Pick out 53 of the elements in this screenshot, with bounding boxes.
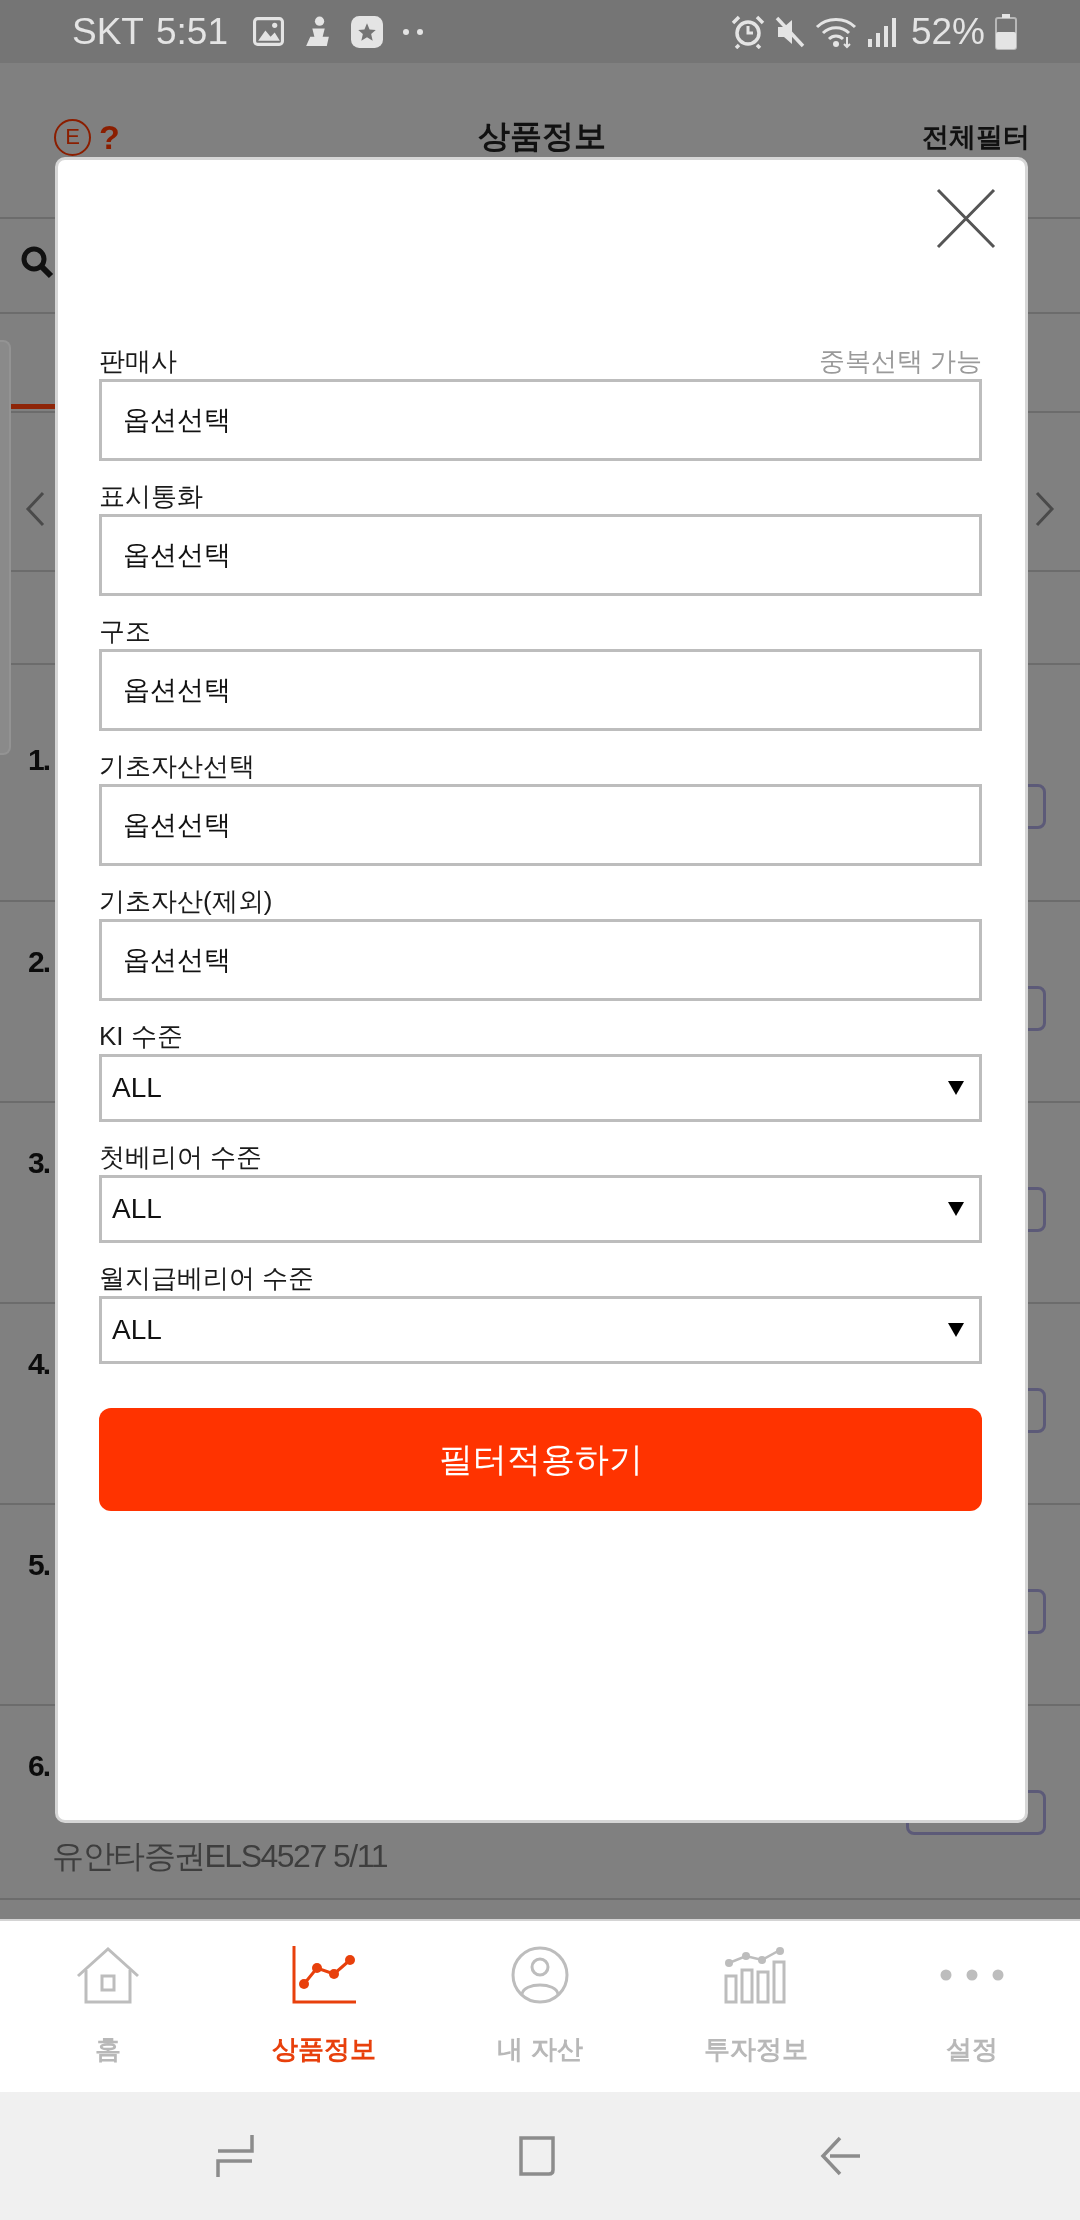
select-field[interactable]: 옵션선택 [99, 514, 982, 596]
carrier-name: SKT [72, 10, 144, 53]
select-field[interactable]: 옵션선택 [99, 649, 982, 731]
battery-icon [995, 13, 1017, 50]
nav-tab[interactable]: 상품정보 [216, 1921, 432, 2092]
row-number: 6. [28, 1748, 50, 1784]
apply-filter-button[interactable]: 필터적용하기 [99, 1408, 982, 1511]
clock-time: 5:51 [155, 10, 228, 53]
house-icon [76, 1946, 140, 2004]
row-number: 1. [28, 742, 50, 778]
back-icon[interactable] [820, 2134, 860, 2178]
alarm-icon [730, 14, 765, 49]
dots-icon [403, 28, 423, 35]
row-number: 2. [28, 944, 50, 980]
row-number: 3. [28, 1145, 50, 1181]
close-icon[interactable] [936, 188, 996, 249]
field-label: 기초자산(제외) [99, 884, 273, 918]
field-label: 판매사 [99, 344, 177, 378]
field-label: 구조 [99, 614, 151, 648]
signal-icon [866, 16, 897, 47]
page-title: 상품정보 [478, 117, 606, 156]
more-icon [940, 1969, 1004, 1981]
recents-icon[interactable] [214, 2134, 254, 2178]
chevron-right-icon[interactable] [1035, 491, 1055, 527]
dropdown-field[interactable]: ALL [99, 1054, 982, 1122]
select-field[interactable]: 옵션선택 [99, 784, 982, 866]
product-name: 유안타증권ELS4527 5/11 [52, 1838, 387, 1874]
chevron-left-icon[interactable] [25, 491, 45, 527]
all-filter-button[interactable]: 전체필터 [922, 119, 1030, 155]
field-label: 월지급베리어 수준 [99, 1261, 315, 1295]
select-field[interactable]: 옵션선택 [99, 919, 982, 1001]
person-icon [304, 16, 331, 47]
field-label: 표시통화 [99, 479, 203, 513]
select-field[interactable]: 옵션선택 [99, 379, 982, 461]
field-label: KI 수준 [99, 1019, 183, 1053]
battery-percentage: 52% [910, 10, 985, 53]
bar-chart-icon [724, 1946, 788, 2004]
field-label: 기초자산선택 [99, 749, 255, 783]
home-icon[interactable] [517, 2134, 557, 2178]
search-icon[interactable] [20, 245, 54, 279]
field-hint: 중복선택 가능 [818, 344, 982, 378]
logo-badge: E [54, 118, 91, 156]
caret-icon [948, 1323, 964, 1337]
field-label: 첫베리어 수준 [99, 1140, 263, 1174]
dropdown-field[interactable]: ALL [99, 1175, 982, 1243]
caret-icon [948, 1081, 964, 1095]
line-chart-icon [292, 1946, 356, 2004]
row-number: 5. [28, 1547, 50, 1583]
caret-icon [948, 1202, 964, 1216]
dropdown-field[interactable]: ALL [99, 1296, 982, 1364]
mute-icon [774, 15, 805, 48]
row-number: 4. [28, 1346, 50, 1382]
image-icon [253, 17, 284, 46]
